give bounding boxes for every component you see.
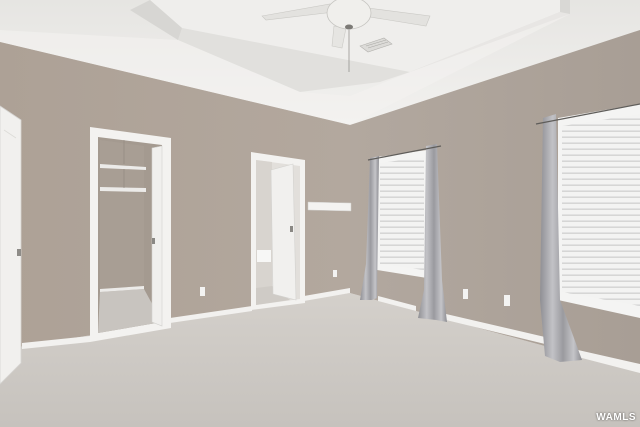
closet-doorway [90, 127, 171, 342]
watermark-text: WAMLS [596, 412, 636, 423]
window-right [558, 104, 640, 318]
bedroom-photo [0, 0, 640, 427]
bedroom-door [0, 105, 22, 385]
wall-shelf [307, 201, 352, 212]
bathroom-doorway [251, 152, 305, 310]
window-middle [377, 150, 427, 278]
